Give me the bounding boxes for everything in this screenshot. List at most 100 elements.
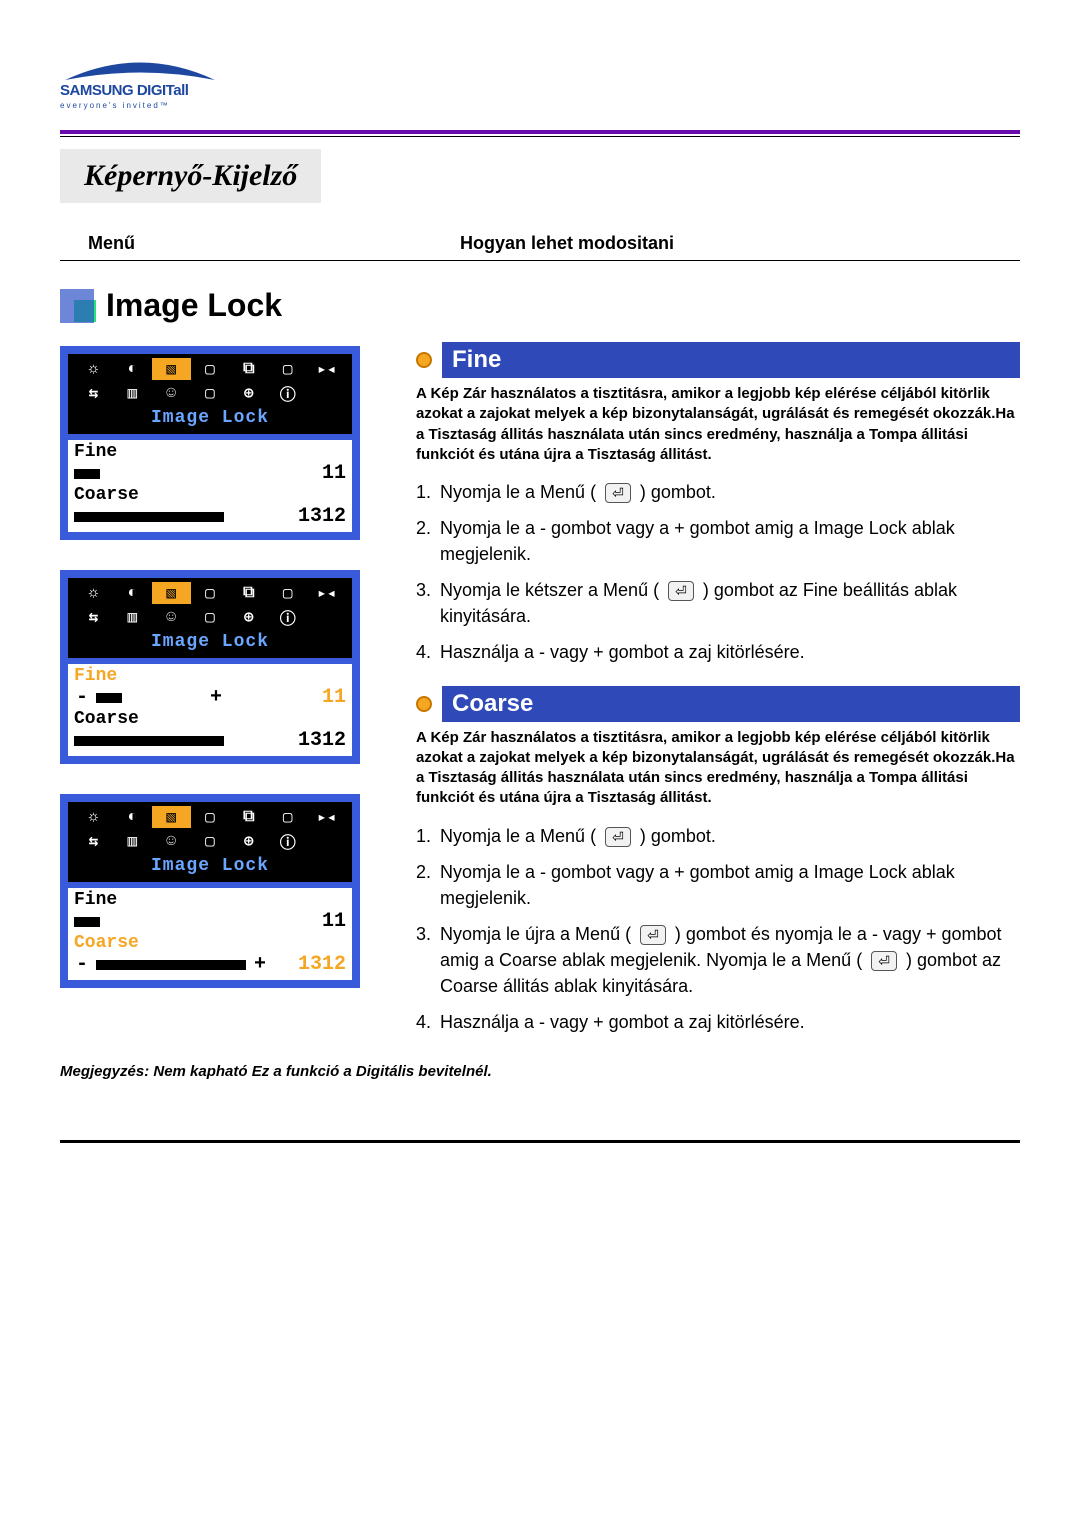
osd-icon: ▥ xyxy=(113,382,152,404)
osd-icon: ☺ xyxy=(152,830,191,852)
osd-fine-row-active: Fine - + 11 Coarse 1312 xyxy=(68,664,352,756)
heading-accent-blue xyxy=(60,289,94,323)
col-header-howto: Hogyan lehet modositani xyxy=(460,233,1020,254)
osd-icon: ⊕ xyxy=(229,830,268,852)
osd-bar xyxy=(96,693,122,703)
step-num: 2. xyxy=(416,859,434,911)
list-item: 1. Nyomja le a Menű ( ⏎ ) gombot. xyxy=(416,479,1020,505)
osd-bar xyxy=(74,917,100,927)
list-item: 2. Nyomja le a - gombot vagy a + gombot … xyxy=(416,859,1020,911)
osd-icon-selected: ▧ xyxy=(152,582,191,604)
section-heading-text: Image Lock xyxy=(106,287,282,324)
osd-bar xyxy=(74,736,224,746)
osd-fine-value: 11 xyxy=(322,462,346,485)
osd-fine-label: Fine xyxy=(74,442,346,462)
osd-fine-label: Fine xyxy=(74,666,346,686)
osd-icon: ⇆ xyxy=(74,382,113,404)
osd-icon: ▸◂ xyxy=(307,582,346,604)
enter-key-icon: ⏎ xyxy=(605,483,631,503)
footer-divider xyxy=(60,1140,1020,1143)
osd-icon: ☺ xyxy=(152,606,191,628)
step-text: Nyomja le a Menű ( xyxy=(440,826,596,846)
osd-fine-value: 11 xyxy=(322,910,346,933)
coarse-steps: 1. Nyomja le a Menű ( ⏎ ) gombot. 2. Nyo… xyxy=(416,823,1020,1036)
osd-icon: ◐ xyxy=(113,806,152,828)
step-num: 1. xyxy=(416,479,434,505)
divider-thick xyxy=(60,130,1020,134)
osd-icon: ▢ xyxy=(191,582,230,604)
osd-icon: ▢ xyxy=(268,358,307,380)
osd-icon: ⊕ xyxy=(229,382,268,404)
osd-coarse-label: Coarse xyxy=(74,485,346,505)
list-item: 4. Használja a - vagy + gombot a zaj kit… xyxy=(416,639,1020,665)
osd-bar xyxy=(96,960,246,970)
osd-panel-2: ☼ ◐ ▧ ▢ ⧉ ▢ ▸◂ ⇆ ▥ ☺ ▢ ⊕ ⓘ Image Lock xyxy=(60,570,360,764)
osd-icon: ▢ xyxy=(268,806,307,828)
minus-icon: - xyxy=(74,686,90,709)
osd-coarse-label: Coarse xyxy=(74,933,346,953)
step-num: 1. xyxy=(416,823,434,849)
osd-icon-grid: ☼ ◐ ▧ ▢ ⧉ ▢ ▸◂ ⇆ ▥ ☺ ▢ ⊕ ⓘ xyxy=(74,358,346,404)
step-text: Nyomja le a Menű ( xyxy=(440,482,596,502)
osd-icon: ⇆ xyxy=(74,830,113,852)
osd-coarse-value: 1312 xyxy=(298,505,346,528)
plus-icon: + xyxy=(208,686,224,709)
step-num: 3. xyxy=(416,577,434,629)
osd-icon-selected: ▧ xyxy=(152,806,191,828)
step-num: 2. xyxy=(416,515,434,567)
osd-fine-row: Fine 11 Coarse 1312 xyxy=(68,440,352,532)
osd-bar xyxy=(74,512,224,522)
header-underline xyxy=(60,260,1020,261)
osd-coarse-label: Coarse xyxy=(74,709,346,729)
coarse-description: A Kép Zár használatos a tisztitásra, ami… xyxy=(416,728,1020,809)
plus-icon: + xyxy=(252,953,268,976)
bullet-icon xyxy=(416,696,432,712)
page-title: Képernyő-Kijelző xyxy=(60,149,321,203)
column-headers: Menű Hogyan lehet modositani xyxy=(60,233,1020,254)
osd-icon: ◐ xyxy=(113,358,152,380)
osd-icon: ☼ xyxy=(74,582,113,604)
osd-icon xyxy=(307,606,346,628)
osd-icon: ⧉ xyxy=(229,582,268,604)
osd-icon: ☺ xyxy=(152,382,191,404)
divider-thin xyxy=(60,136,1020,137)
list-item: 2. Nyomja le a - gombot vagy a + gombot … xyxy=(416,515,1020,567)
osd-icon: ▢ xyxy=(191,606,230,628)
osd-title: Image Lock xyxy=(74,632,346,652)
osd-icon: ▢ xyxy=(191,830,230,852)
list-item: 4. Használja a - vagy + gombot a zaj kit… xyxy=(416,1009,1020,1035)
osd-panel-1: ☼ ◐ ▧ ▢ ⧉ ▢ ▸◂ ⇆ ▥ ☺ ▢ ⊕ ⓘ Image Lock xyxy=(60,346,360,540)
osd-icon: ⓘ xyxy=(268,382,307,404)
osd-icon: ⓘ xyxy=(268,830,307,852)
osd-fine-label: Fine xyxy=(74,890,346,910)
osd-coarse-row-active: Fine 11 Coarse - + 1312 xyxy=(68,888,352,980)
enter-key-icon: ⏎ xyxy=(668,581,694,601)
enter-key-icon: ⏎ xyxy=(605,827,631,847)
osd-title: Image Lock xyxy=(74,408,346,428)
osd-icon-grid: ☼ ◐ ▧ ▢ ⧉ ▢ ▸◂ ⇆ ▥ ☺ ▢ ⊕ ⓘ xyxy=(74,582,346,628)
list-item: 3. Nyomja le kétszer a Menű ( ⏎ ) gombot… xyxy=(416,577,1020,629)
osd-title: Image Lock xyxy=(74,856,346,876)
fine-steps: 1. Nyomja le a Menű ( ⏎ ) gombot. 2. Nyo… xyxy=(416,479,1020,666)
step-text: ) gombot. xyxy=(640,482,716,502)
osd-icon xyxy=(307,382,346,404)
osd-icon: ▥ xyxy=(113,606,152,628)
step-text: Nyomja le újra a Menű ( xyxy=(440,924,631,944)
osd-icon: ▥ xyxy=(113,830,152,852)
osd-icon: ⇆ xyxy=(74,606,113,628)
enter-key-icon: ⏎ xyxy=(640,925,666,945)
enter-key-icon: ⏎ xyxy=(871,951,897,971)
osd-column: ☼ ◐ ▧ ▢ ⧉ ▢ ▸◂ ⇆ ▥ ☺ ▢ ⊕ ⓘ Image Lock xyxy=(60,342,400,1045)
osd-coarse-value: 1312 xyxy=(298,729,346,752)
osd-icon: ⓘ xyxy=(268,606,307,628)
step-text: Nyomja le kétszer a Menű ( xyxy=(440,580,659,600)
osd-icon: ☼ xyxy=(74,806,113,828)
osd-icon: ⧉ xyxy=(229,358,268,380)
list-item: 3. Nyomja le újra a Menű ( ⏎ ) gombot és… xyxy=(416,921,1020,999)
step-text: ) gombot. xyxy=(640,826,716,846)
osd-icon: ▢ xyxy=(191,358,230,380)
brand-tagline: everyone's invited™ xyxy=(60,101,1020,110)
osd-icon: ◐ xyxy=(113,582,152,604)
osd-icon: ⊕ xyxy=(229,606,268,628)
list-item: 1. Nyomja le a Menű ( ⏎ ) gombot. xyxy=(416,823,1020,849)
